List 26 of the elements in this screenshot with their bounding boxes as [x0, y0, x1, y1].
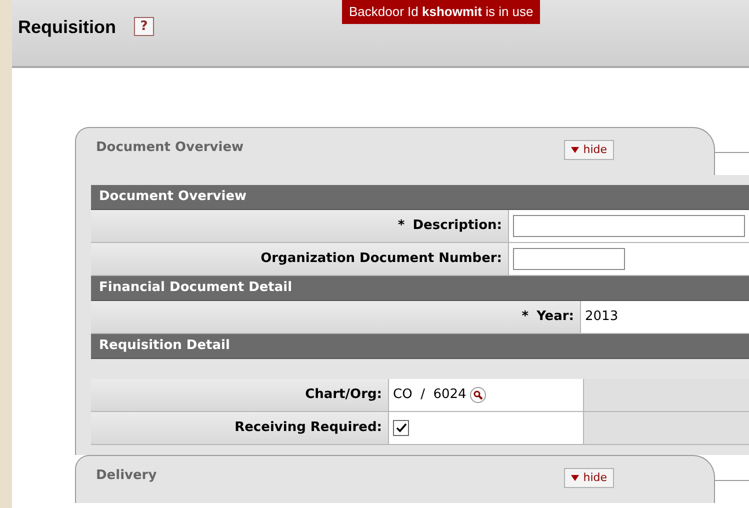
required-mark: *: [398, 217, 405, 236]
field-label: Chart/Org:: [305, 386, 382, 404]
checkbox[interactable]: [393, 420, 409, 436]
page-title: Requisition: [18, 16, 116, 39]
field-label: Receiving Required:: [234, 419, 382, 438]
section-header: Requisition Detail: [91, 334, 749, 359]
tab-title: Delivery: [96, 467, 157, 485]
document-number-field[interactable]: [513, 248, 625, 270]
check-icon: [396, 423, 406, 433]
hide-button[interactable]: hide: [564, 140, 614, 160]
field-label: Organization Document Number:: [260, 250, 502, 268]
required-mark: *: [522, 308, 529, 326]
field-label: Description:: [412, 217, 502, 236]
caret-icon: [571, 475, 580, 481]
help-button[interactable]: ?: [134, 17, 154, 36]
field-value: CO / 6024: [393, 386, 466, 404]
backdoor-banner: Backdoor Id kshowmit is in use: [342, 0, 540, 24]
description-field[interactable]: [513, 215, 745, 237]
search-icon[interactable]: [470, 387, 486, 403]
section-header: Document Overview: [91, 185, 749, 210]
section-header: Financial Document Detail: [91, 276, 749, 301]
caret-icon: [571, 147, 580, 153]
hide-button[interactable]: hide: [564, 468, 614, 488]
field-value: 2013: [585, 308, 618, 326]
tab-title: Document Overview: [96, 139, 244, 157]
field-label: Year:: [536, 308, 574, 326]
